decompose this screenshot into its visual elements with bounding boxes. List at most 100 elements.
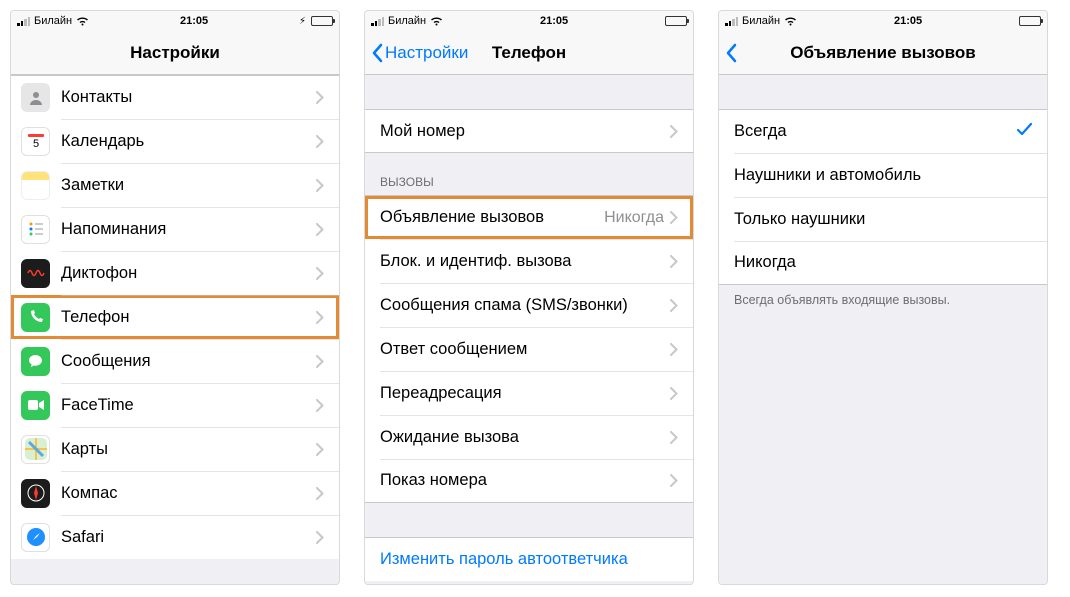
maps-icon xyxy=(21,435,50,464)
option-label: Всегда xyxy=(734,122,1017,141)
option-headphones-only[interactable]: Только наушники xyxy=(719,197,1047,241)
chevron-right-icon xyxy=(316,135,324,148)
row-label: Safari xyxy=(61,528,316,547)
chevron-right-icon xyxy=(316,355,324,368)
chevron-right-icon xyxy=(316,179,324,192)
row-block-id[interactable]: Блок. и идентиф. вызова xyxy=(365,239,693,283)
charging-icon: ⚡︎ xyxy=(299,16,306,27)
section-header-calls: ВЫЗОВЫ xyxy=(365,153,693,195)
safari-icon xyxy=(21,523,50,552)
option-label: Никогда xyxy=(734,253,1032,272)
signal-bars-icon xyxy=(17,17,30,26)
row-label: Карты xyxy=(61,440,316,459)
announce-options-list: Всегда Наушники и автомобиль Только науш… xyxy=(719,75,1047,584)
row-notes[interactable]: Заметки xyxy=(11,163,339,207)
status-bar: Билайн 21:05 ⚡︎ xyxy=(11,11,339,31)
battery-icon xyxy=(1019,16,1041,26)
row-voicemail-password[interactable]: Изменить пароль автоответчика xyxy=(365,537,693,581)
row-label: Компас xyxy=(61,484,316,503)
carrier-label: Билайн xyxy=(388,15,426,27)
chevron-right-icon xyxy=(316,223,324,236)
back-button[interactable] xyxy=(719,43,739,63)
row-value: Никогда xyxy=(604,209,664,227)
row-label: Контакты xyxy=(61,88,316,107)
row-contacts[interactable]: Контакты xyxy=(11,75,339,119)
chevron-right-icon xyxy=(316,443,324,456)
compass-icon xyxy=(21,479,50,508)
row-forwarding[interactable]: Переадресация xyxy=(365,371,693,415)
row-announce-calls[interactable]: Объявление вызовов Никогда xyxy=(365,195,693,239)
row-caller-id[interactable]: Показ номера xyxy=(365,459,693,503)
back-button[interactable]: Настройки xyxy=(365,43,468,63)
chevron-right-icon xyxy=(316,91,324,104)
row-label: Сообщения xyxy=(61,352,316,371)
chevron-right-icon xyxy=(316,399,324,412)
reminders-icon xyxy=(21,215,50,244)
row-label: Телефон xyxy=(61,308,316,327)
chevron-right-icon xyxy=(316,531,324,544)
facetime-icon xyxy=(21,391,50,420)
row-messages[interactable]: Сообщения xyxy=(11,339,339,383)
messages-icon xyxy=(21,347,50,376)
wifi-icon xyxy=(784,17,797,26)
row-label: FaceTime xyxy=(61,396,316,415)
chevron-right-icon xyxy=(670,387,678,400)
checkmark-icon xyxy=(1017,122,1032,141)
chevron-right-icon xyxy=(670,125,678,138)
battery-icon xyxy=(311,16,333,26)
wifi-icon xyxy=(430,17,443,26)
signal-bars-icon xyxy=(371,17,384,26)
option-label: Только наушники xyxy=(734,210,1032,229)
screen-settings: Билайн 21:05 ⚡︎ Настройки Контакты xyxy=(10,10,340,585)
back-label: Настройки xyxy=(385,43,468,63)
page-title: Объявление вызовов xyxy=(719,43,1047,63)
calendar-icon: 5 xyxy=(21,127,50,156)
svg-text:5: 5 xyxy=(32,138,38,150)
row-label: Показ номера xyxy=(380,471,670,490)
row-safari[interactable]: Safari xyxy=(11,515,339,559)
row-phone[interactable]: Телефон xyxy=(11,295,339,339)
nav-bar: Настройки xyxy=(11,31,339,75)
row-label: Объявление вызовов xyxy=(380,208,604,227)
row-label: Сообщения спама (SMS/звонки) xyxy=(380,296,670,315)
clock-label: 21:05 xyxy=(894,15,922,27)
row-reply-msg[interactable]: Ответ сообщением xyxy=(365,327,693,371)
chevron-right-icon xyxy=(316,487,324,500)
row-my-number[interactable]: Мой номер xyxy=(365,109,693,153)
battery-icon xyxy=(665,16,687,26)
status-bar: Билайн 21:05 xyxy=(365,11,693,31)
chevron-right-icon xyxy=(670,255,678,268)
row-calendar[interactable]: 5 Календарь xyxy=(11,119,339,163)
contacts-icon xyxy=(21,83,50,112)
option-never[interactable]: Никогда xyxy=(719,241,1047,285)
chevron-right-icon xyxy=(670,431,678,444)
phone-icon xyxy=(21,303,50,332)
notes-icon xyxy=(21,171,50,200)
option-label: Наушники и автомобиль xyxy=(734,166,1032,185)
nav-bar: Объявление вызовов xyxy=(719,31,1047,75)
row-label: Изменить пароль автоответчика xyxy=(380,550,678,569)
screen-phone-settings: Билайн 21:05 Настройки Телефон Мой номер… xyxy=(364,10,694,585)
row-spam[interactable]: Сообщения спама (SMS/звонки) xyxy=(365,283,693,327)
row-voice-memos[interactable]: Диктофон xyxy=(11,251,339,295)
row-call-waiting[interactable]: Ожидание вызова xyxy=(365,415,693,459)
row-reminders[interactable]: Напоминания xyxy=(11,207,339,251)
row-compass[interactable]: Компас xyxy=(11,471,339,515)
row-label: Мой номер xyxy=(380,122,670,141)
chevron-right-icon xyxy=(670,299,678,312)
wifi-icon xyxy=(76,17,89,26)
carrier-label: Билайн xyxy=(742,15,780,27)
voice-memos-icon xyxy=(21,259,50,288)
row-label: Блок. и идентиф. вызова xyxy=(380,252,670,271)
row-maps[interactable]: Карты xyxy=(11,427,339,471)
chevron-right-icon xyxy=(670,474,678,487)
row-label: Ответ сообщением xyxy=(380,340,670,359)
nav-bar: Настройки Телефон xyxy=(365,31,693,75)
row-label: Календарь xyxy=(61,132,316,151)
clock-label: 21:05 xyxy=(180,15,208,27)
row-label: Напоминания xyxy=(61,220,316,239)
section-footer: Всегда объявлять входящие вызовы. xyxy=(719,285,1047,315)
option-headphones-car[interactable]: Наушники и автомобиль xyxy=(719,153,1047,197)
row-facetime[interactable]: FaceTime xyxy=(11,383,339,427)
option-always[interactable]: Всегда xyxy=(719,109,1047,153)
